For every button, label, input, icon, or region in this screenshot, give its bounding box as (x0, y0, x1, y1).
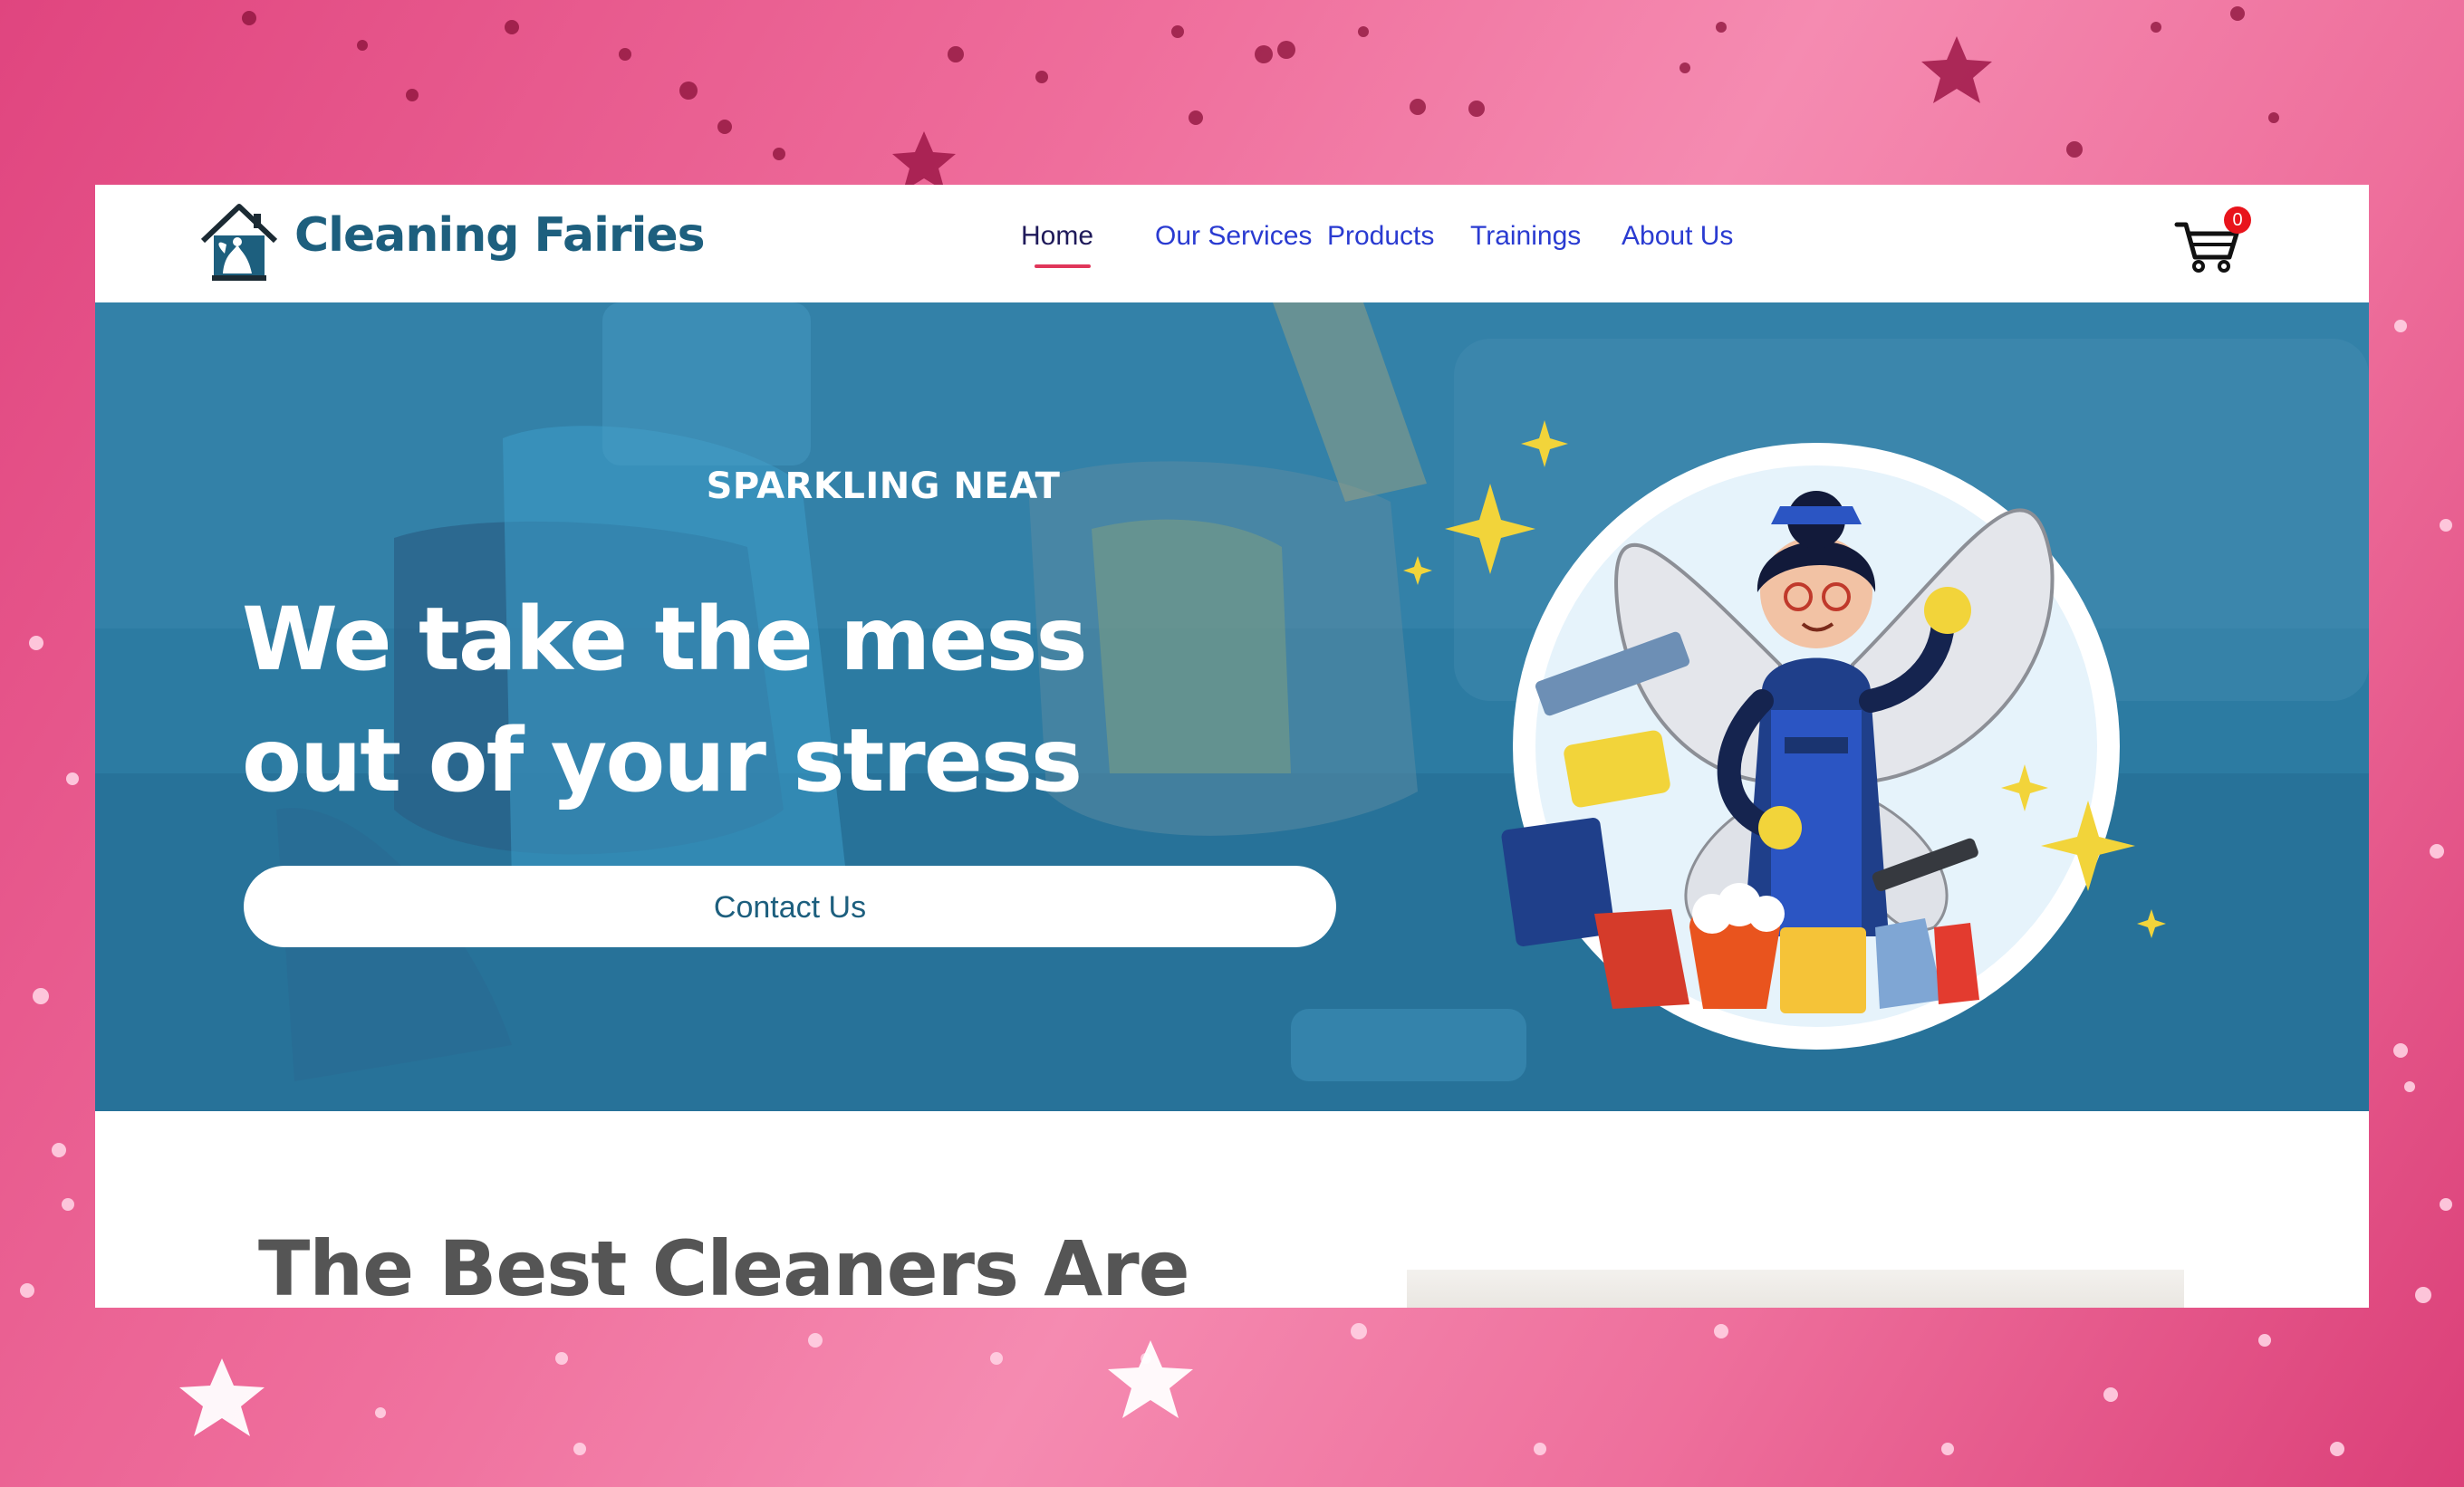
active-nav-underline (1035, 264, 1091, 268)
brand-logo-text[interactable]: Cleaning Fairies (294, 208, 706, 263)
cleaning-fairy-illustration (1403, 420, 2166, 1050)
hero-headline-line-2: out of your stress (242, 710, 1083, 811)
nav-link-about-us[interactable]: About Us (1622, 221, 1733, 252)
contact-us-button[interactable]: Contact Us (244, 866, 1336, 947)
sparkle-icon (1445, 484, 1535, 574)
cart-count-badge: 0 (2224, 206, 2251, 234)
top-navigation-bar: Cleaning Fairies Home Our Services Produ… (95, 185, 2369, 302)
hero-headline: We take the mess out of your stress (242, 579, 1238, 821)
house-logo-icon[interactable] (197, 199, 281, 283)
hero-headline-line-1: We take the mess (242, 589, 1088, 690)
nav-link-our-services[interactable]: Our Services (1155, 221, 1312, 252)
section-heading-best-cleaners: The Best Cleaners Are (258, 1224, 1190, 1308)
nav-link-products[interactable]: Products (1327, 221, 1434, 252)
nav-link-trainings[interactable]: Trainings (1470, 221, 1581, 252)
browser-viewport: Cleaning Fairies Home Our Services Produ… (95, 185, 2369, 1308)
hero-banner: SPARKLING NEAT We take the mess out of y… (95, 302, 2369, 1111)
section-image (1407, 1270, 2184, 1308)
nav-link-home[interactable]: Home (1021, 221, 1093, 252)
hero-kicker-text: SPARKLING NEAT (706, 465, 1061, 507)
